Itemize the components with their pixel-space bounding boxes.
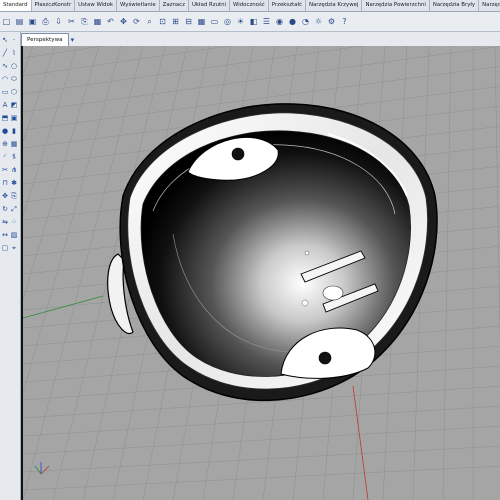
offset-icon[interactable]: ⥮ xyxy=(10,153,18,161)
save-icon[interactable]: ▣ xyxy=(27,16,38,27)
layer-icon[interactable]: ◧ xyxy=(248,16,259,27)
point-icon[interactable]: · xyxy=(10,36,18,44)
undo-icon[interactable]: ↶ xyxy=(105,16,116,27)
polyline-icon[interactable]: ⌇ xyxy=(10,49,18,57)
split-icon[interactable]: ⋔ xyxy=(10,166,18,174)
copy-tool-icon[interactable]: ⎘ xyxy=(10,192,18,200)
gizmo-y-axis xyxy=(34,465,42,475)
material-icon[interactable]: ● xyxy=(287,16,298,27)
curve-icon[interactable]: ∿ xyxy=(1,62,9,70)
rotate-view-icon[interactable]: ⟳ xyxy=(131,16,142,27)
zoom-extents-icon[interactable]: ⊞ xyxy=(170,16,181,27)
text-icon[interactable]: A xyxy=(1,101,9,109)
line-icon[interactable]: ╱ xyxy=(1,49,9,57)
perspective-viewport[interactable] xyxy=(21,46,500,500)
render-icon[interactable]: ◉ xyxy=(274,16,285,27)
scale-icon[interactable]: ⤢ xyxy=(10,205,18,213)
viewport-tab-strip: Perspektywa ▾ xyxy=(21,32,500,46)
ribbon-tab-7[interactable]: Przekształć xyxy=(269,0,306,11)
ribbon-tab-4[interactable]: Zaznacz xyxy=(160,0,189,11)
cylinder-icon[interactable]: ▮ xyxy=(10,127,18,135)
ribbon-tab-5[interactable]: Układ Rzutni xyxy=(189,0,231,11)
zoom-icon[interactable]: ⌕ xyxy=(144,16,155,27)
grid-line xyxy=(23,46,363,95)
ribbon-tab-9[interactable]: Narzędzia Powierzchni xyxy=(362,0,430,11)
boolean-icon[interactable]: ⊕ xyxy=(1,140,9,148)
ribbon-tab-bar: Standard PłaszczKonstr Ustaw Widok Wyświetl… xyxy=(0,0,500,12)
viewport-icon[interactable]: ▭ xyxy=(209,16,220,27)
help-icon[interactable]: ? xyxy=(339,16,350,27)
y-axis-line xyxy=(23,295,104,319)
gizmo-x-axis xyxy=(40,465,50,475)
sphere-tool-icon[interactable]: ● xyxy=(1,127,9,135)
grid-line xyxy=(23,405,500,437)
explode-icon[interactable]: ✱ xyxy=(10,179,18,187)
ribbon-tab-11[interactable]: Narzędzia Siatki xyxy=(479,0,500,11)
ribbon-tab-1[interactable]: PłaszczKonstr xyxy=(32,0,76,11)
cut-icon[interactable]: ✂ xyxy=(66,16,77,27)
surface-icon[interactable]: ◩ xyxy=(10,101,18,109)
rectangle-icon[interactable]: ▭ xyxy=(1,88,9,96)
light-icon[interactable]: ☀ xyxy=(235,16,246,27)
sphere-icon[interactable]: ◔ xyxy=(300,16,311,27)
arc-icon[interactable]: ◠ xyxy=(1,75,9,83)
rotate-icon[interactable]: ↻ xyxy=(1,205,9,213)
grid-line xyxy=(23,465,500,491)
polygon-icon[interactable]: ⬡ xyxy=(10,88,18,96)
grid-line xyxy=(23,46,56,143)
grid-icon[interactable]: ▦ xyxy=(196,16,207,27)
extrude-icon[interactable]: ⬒ xyxy=(1,114,9,122)
standard-toolbar: □ ▤ ▣ ⎙ ⇩ ✂ ⎘ ▦ ↶ ✥ ⟳ ⌕ ⊡ ⊞ ⊟ ▦ ▭ ◎ ☀ ◧ ☰ ◉ ● ◔ ☼ ⚙? xyxy=(0,12,500,32)
analyze-icon[interactable]: ⌖ xyxy=(10,244,18,252)
import-icon[interactable]: ⇩ xyxy=(53,16,64,27)
ribbon-tab-2[interactable]: Ustaw Widok xyxy=(75,0,118,11)
print-icon[interactable]: ⎙ xyxy=(40,16,51,27)
viewport-tab-perspective[interactable]: Perspektywa xyxy=(21,33,69,46)
box-icon[interactable]: ▣ xyxy=(10,114,18,122)
trim-icon[interactable]: ✂ xyxy=(1,166,9,174)
move-icon[interactable]: ✥ xyxy=(1,192,9,200)
settings-icon[interactable]: ⚙ xyxy=(326,16,337,27)
grid-line xyxy=(442,46,452,500)
ribbon-tab-8[interactable]: Narzędzia Krzywej xyxy=(306,0,363,11)
hatch-icon[interactable]: ▨ xyxy=(10,231,18,239)
ellipse-icon[interactable]: ⬭ xyxy=(10,75,18,83)
open-file-icon[interactable]: ▤ xyxy=(14,16,25,27)
viewport-canvas[interactable] xyxy=(23,46,500,500)
grid-line xyxy=(23,46,122,395)
grid-line xyxy=(494,46,500,344)
fillet-icon[interactable]: ◜ xyxy=(1,153,9,161)
array-icon[interactable]: ⁘ xyxy=(10,218,18,226)
helmet-shell-model[interactable] xyxy=(107,103,438,402)
world-axes-gizmo xyxy=(34,462,50,475)
zoom-window-icon[interactable]: ⊡ xyxy=(157,16,168,27)
pan-icon[interactable]: ✥ xyxy=(118,16,129,27)
ribbon-tab-3[interactable]: Wyświetlanie xyxy=(117,0,160,11)
properties-icon[interactable]: ☰ xyxy=(261,16,272,27)
ribbon-tab-6[interactable]: Widoczność xyxy=(230,0,269,11)
circle-icon[interactable]: ○ xyxy=(10,62,18,70)
zoom-selected-icon[interactable]: ⊟ xyxy=(183,16,194,27)
select-icon[interactable]: ↖ xyxy=(1,36,9,44)
mirror-icon[interactable]: ⇋ xyxy=(1,218,9,226)
paste-icon[interactable]: ▦ xyxy=(92,16,103,27)
ribbon-tab-0[interactable]: Standard xyxy=(0,0,32,11)
viewport-menu-arrow-icon[interactable]: ▾ xyxy=(71,34,75,46)
osnap-icon[interactable]: ◎ xyxy=(222,16,233,27)
x-axis-line xyxy=(352,385,369,500)
dimension-icon[interactable]: ↔ xyxy=(1,231,9,239)
join-icon[interactable]: ⊓ xyxy=(1,179,9,187)
ribbon-tab-10[interactable]: Narzędzia Bryły xyxy=(430,0,480,11)
left-tool-palette: ↖ · ╱ ⌇ ∿ ○ ◠ ⬭ ▭ ⬡ A ◩ ⬒ ▣ ● ▮ ⊕ ▦ ◜ ⥮ ✂ ⋔ ⊓ ✱ ✥ ⎘ ↻ ⤢ ⇋ ⁘ ↔ ▨ ▢ ⌖ xyxy=(0,32,21,500)
copy-icon[interactable]: ⎘ xyxy=(79,16,90,27)
block-icon[interactable]: ▢ xyxy=(1,244,9,252)
mesh-icon[interactable]: ▦ xyxy=(10,140,18,148)
sun-icon[interactable]: ☼ xyxy=(313,16,324,27)
new-file-icon[interactable]: □ xyxy=(1,16,12,27)
